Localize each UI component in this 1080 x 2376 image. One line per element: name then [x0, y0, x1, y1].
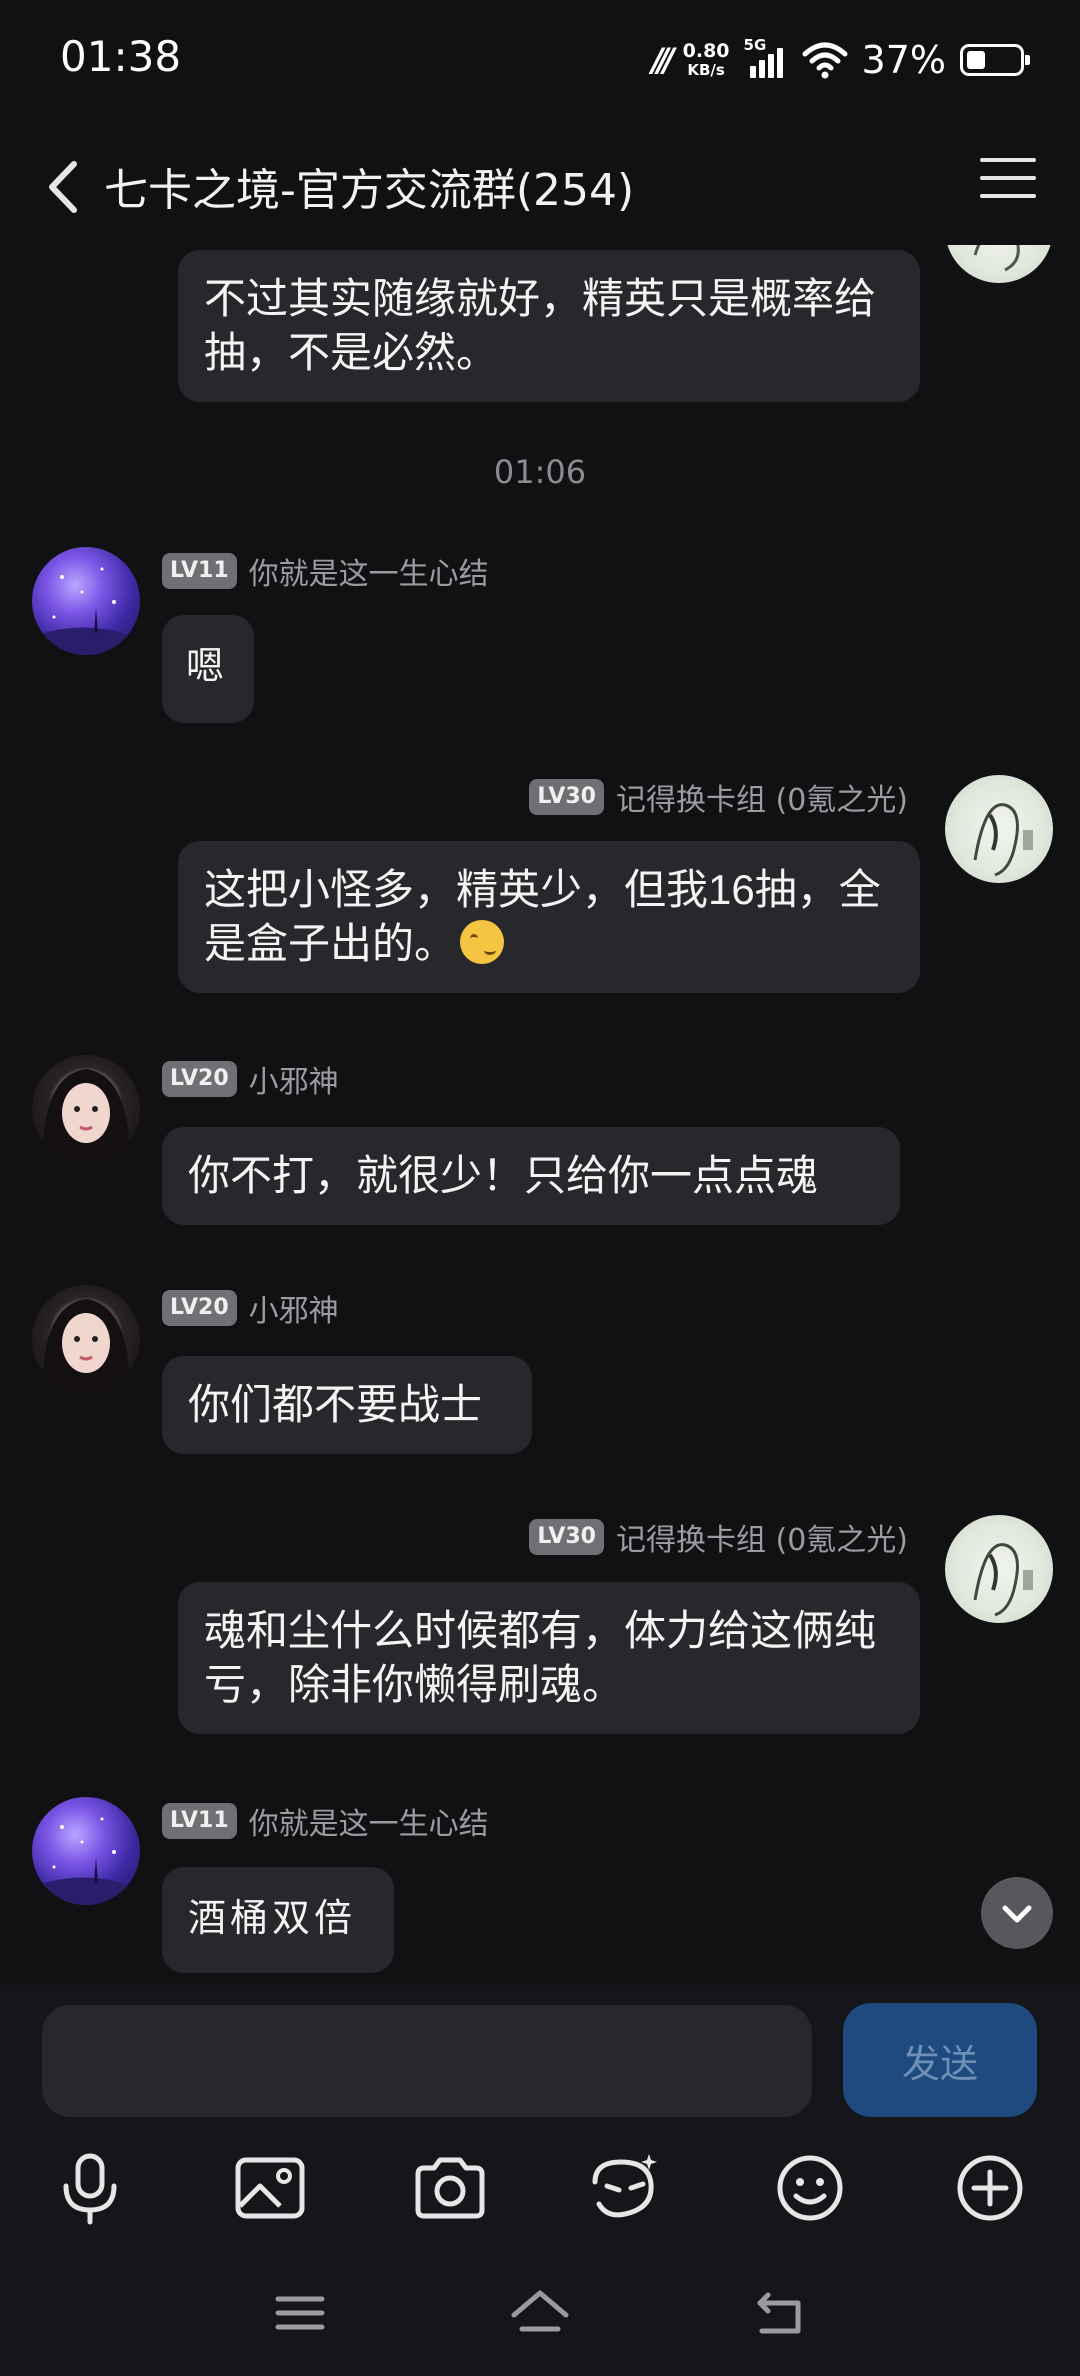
home-icon[interactable] [508, 2285, 572, 2341]
sender-name[interactable]: 你就是这一生心结 [249, 1799, 489, 1843]
message-bubble[interactable]: 不过其实随缘就好，精英只是概率给抽，不是必然。 [178, 250, 920, 402]
sticker-icon[interactable] [585, 2148, 665, 2228]
emoji-icon[interactable] [770, 2148, 850, 2228]
sender-name[interactable]: 小邪神 [249, 1057, 339, 1101]
sender-meta: LV30 记得换卡组 (0氪之光) [529, 1515, 908, 1559]
signal-type: 5G [743, 36, 767, 54]
cellular-signal-icon: 5G [744, 36, 788, 80]
sender-meta: LV30 记得换卡组 (0氪之光) [529, 775, 908, 819]
message-text: 不过其实随缘就好，精英只是概率给抽，不是必然。 [204, 275, 877, 376]
microphone-icon[interactable] [50, 2148, 130, 2228]
sender-name[interactable]: 记得换卡组 (0氪之光) [616, 775, 908, 819]
avatar[interactable] [32, 1055, 140, 1163]
sender-name[interactable]: 你就是这一生心结 [249, 549, 489, 593]
message-text: 你们都不要战士 [188, 1381, 483, 1428]
message-text: 魂和尘什么时候都有，体力给这俩纯亏，除非你懒得刷魂。 [204, 1607, 877, 1708]
status-time: 01:38 [60, 32, 182, 81]
avatar[interactable] [945, 245, 1053, 283]
message-text: 酒桶双倍 [188, 1896, 357, 1940]
sender-meta: LV11 你就是这一生心结 [162, 549, 489, 593]
message-bubble[interactable]: 你不打，就很少！只给你一点点魂 [162, 1127, 900, 1225]
network-speed: 0.80 KB/s [683, 42, 730, 78]
avatar[interactable] [945, 1515, 1053, 1623]
avatar[interactable] [32, 547, 140, 655]
level-badge: LV30 [529, 1519, 604, 1555]
avatar[interactable] [945, 775, 1053, 883]
chevron-down-icon [1002, 1905, 1032, 1923]
message-text: 这把小怪多，精英少，但我16抽，全是盒子出的。 [204, 866, 881, 967]
chat-header: 七卡之境-官方交流群(254) [0, 130, 1080, 240]
message-bubble[interactable]: 你们都不要战士 [162, 1356, 532, 1454]
input-toolbar [0, 2120, 1080, 2255]
level-badge: LV20 [162, 1061, 237, 1097]
avatar[interactable] [32, 1285, 140, 1393]
timestamp: 01:06 [493, 453, 587, 491]
send-button[interactable]: 发送 [843, 2003, 1037, 2117]
system-nav-bar [0, 2255, 1080, 2376]
network-speed-value: 0.80 [682, 40, 730, 62]
page-title: 七卡之境-官方交流群(254) [104, 165, 635, 216]
message-list[interactable]: 不过其实随缘就好，精英只是概率给抽，不是必然。 01:06 LV11 你就是这一… [0, 245, 1080, 1985]
message-bubble[interactable]: 魂和尘什么时候都有，体力给这俩纯亏，除非你懒得刷魂。 [178, 1582, 920, 1734]
sender-name[interactable]: 记得换卡组 (0氪之光) [616, 1515, 908, 1559]
plus-icon[interactable] [950, 2148, 1030, 2228]
scroll-to-bottom-button[interactable] [981, 1877, 1053, 1949]
network-logo-icon: /// [651, 41, 675, 79]
camera-icon[interactable] [410, 2148, 490, 2228]
battery-icon [960, 44, 1030, 76]
status-icons: /// 0.80 KB/s 5G 37% [651, 30, 1030, 90]
avatar[interactable] [32, 1797, 140, 1905]
chevron-left-icon[interactable] [36, 152, 96, 222]
back-icon[interactable] [748, 2285, 812, 2341]
message-bubble[interactable]: 嗯 [162, 615, 254, 723]
level-badge: LV20 [162, 1290, 237, 1326]
battery-percent: 37% [861, 38, 946, 82]
recent-apps-icon[interactable] [268, 2285, 332, 2341]
image-icon[interactable] [230, 2148, 310, 2228]
sender-meta: LV11 你就是这一生心结 [162, 1799, 489, 1843]
wifi-icon [802, 42, 848, 79]
status-bar: 01:38 /// 0.80 KB/s 5G 37% [0, 0, 1080, 120]
message-text: 嗯 [186, 644, 229, 688]
message-bubble[interactable]: 这把小怪多，精英少，但我16抽，全是盒子出的。 [178, 841, 920, 993]
message-input[interactable] [42, 2005, 812, 2117]
sender-meta: LV20 小邪神 [162, 1286, 339, 1330]
network-speed-unit: KB/s [687, 61, 725, 79]
level-badge: LV11 [162, 1803, 237, 1839]
level-badge: LV30 [529, 779, 604, 815]
sender-meta: LV20 小邪神 [162, 1057, 339, 1101]
hamburger-menu-icon[interactable] [980, 158, 1036, 208]
sender-name[interactable]: 小邪神 [249, 1286, 339, 1330]
level-badge: LV11 [162, 553, 237, 589]
message-bubble[interactable]: 酒桶双倍 [162, 1867, 394, 1973]
thinking-face-emoji [460, 920, 505, 964]
input-bar: 发送 [0, 1985, 1080, 2120]
message-text: 你不打，就很少！只给你一点点魂 [188, 1152, 819, 1199]
